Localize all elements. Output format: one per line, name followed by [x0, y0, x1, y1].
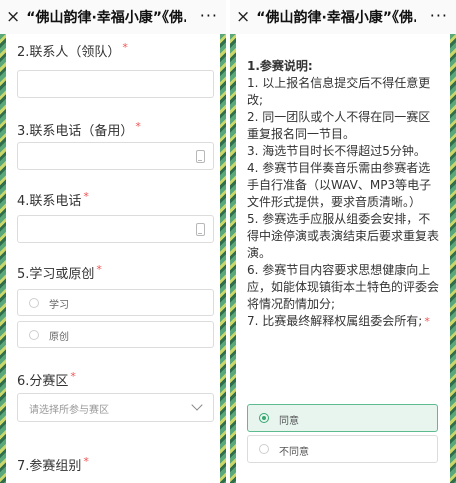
radio-icon [29, 298, 39, 308]
question-4-text: 4.联系电话 [17, 194, 82, 209]
required-mark: * [135, 120, 141, 133]
decorative-border-right [450, 34, 456, 483]
question-5-label: 5.学习或原创 * [17, 263, 102, 282]
phone-icon [196, 150, 205, 163]
option-original[interactable]: 原创 [17, 321, 214, 348]
rules-form: 1.参赛说明: 1. 以上报名信息提交后不得任意更改; 2. 同一团队或个人不得… [236, 34, 450, 483]
rule-item: 2. 同一团队或个人不得在同一赛区重复报名同一节目。 [247, 110, 431, 141]
question-7-label: 7.参赛组别 * [17, 455, 89, 474]
rules-text: 1.参赛说明: 1. 以上报名信息提交后不得任意更改; 2. 同一团队或个人不得… [247, 58, 442, 330]
option-label: 不同意 [279, 447, 309, 458]
title-bar: × “佛山韵律·幸福小康”《佛... ··· [0, 0, 226, 34]
question-3-text: 3.联系电话（备用） [17, 124, 134, 139]
page-title: “佛山韵律·幸福小康”《佛... [256, 10, 417, 26]
right-screen: × “佛山韵律·幸福小康”《佛... ··· 1.参赛说明: 1. 以上报名信息… [230, 0, 456, 483]
registration-form: 2.联系人（领队） * 3.联系电话（备用） * 4.联系电话 * 5.学习或原创 * … [6, 34, 220, 483]
option-agree[interactable]: 同意 [247, 404, 438, 432]
required-mark: * [96, 263, 102, 276]
radio-selected-icon [259, 413, 269, 423]
phone-icon [196, 223, 205, 236]
close-icon[interactable]: × [236, 7, 250, 27]
title-bar: × “佛山韵律·幸福小康”《佛... ··· [230, 0, 456, 34]
contact-person-input[interactable] [17, 70, 214, 98]
backup-phone-input[interactable] [17, 142, 214, 170]
question-6-text: 6.分赛区 [17, 374, 69, 389]
rule-item: 6. 参赛节目内容要求思想健康向上应，如能体现镇街本土特色的评委会将情况酌情加分… [247, 263, 440, 311]
page-title: “佛山韵律·幸福小康”《佛... [26, 10, 187, 26]
required-mark: * [70, 370, 76, 383]
select-placeholder: 请选择所参与赛区 [29, 405, 109, 416]
chevron-down-icon [191, 399, 203, 411]
rule-item: 7. 比赛最终解释权属组委会所有; [247, 314, 423, 328]
more-icon[interactable]: ··· [200, 6, 218, 25]
option-disagree[interactable]: 不同意 [247, 435, 438, 463]
option-label: 同意 [279, 416, 299, 427]
question-7-text: 7.参赛组别 [17, 459, 82, 474]
option-label: 原创 [49, 332, 69, 343]
required-mark: * [83, 455, 89, 468]
rule-item: 5. 参赛选手应服从组委会安排，不得中途停演或表演结束后要求重复表演。 [247, 212, 440, 260]
question-2-label: 2.联系人（领队） * [17, 41, 128, 60]
question-4-label: 4.联系电话 * [17, 190, 89, 209]
required-mark: * [424, 315, 430, 328]
option-label: 学习 [49, 300, 69, 311]
question-6-label: 6.分赛区 * [17, 370, 76, 389]
required-mark: * [122, 41, 128, 54]
radio-icon [29, 330, 39, 340]
screenshot-pair: × “佛山韵律·幸福小康”《佛... ··· 2.联系人（领队） * 3.联系电话… [0, 0, 456, 483]
rule-item: 3. 海选节目时长不得超过5分钟。 [247, 144, 426, 158]
division-select[interactable]: 请选择所参与赛区 [17, 393, 214, 422]
rule-item: 4. 参赛节目伴奏音乐需由参赛者选手自行准备（以WAV、MP3等电子文件形式提供… [247, 161, 432, 209]
left-screen: × “佛山韵律·幸福小康”《佛... ··· 2.联系人（领队） * 3.联系电话… [0, 0, 226, 483]
more-icon[interactable]: ··· [430, 6, 448, 25]
rules-title: 1.参赛说明: [247, 59, 313, 73]
phone-input[interactable] [17, 215, 214, 243]
required-mark: * [83, 190, 89, 203]
question-2-text: 2.联系人（领队） [17, 45, 121, 60]
rule-item: 1. 以上报名信息提交后不得任意更改; [247, 76, 431, 107]
option-study[interactable]: 学习 [17, 289, 214, 316]
close-icon[interactable]: × [6, 7, 20, 27]
question-5-text: 5.学习或原创 [17, 267, 95, 282]
radio-icon [259, 444, 269, 454]
question-3-label: 3.联系电话（备用） * [17, 120, 141, 139]
